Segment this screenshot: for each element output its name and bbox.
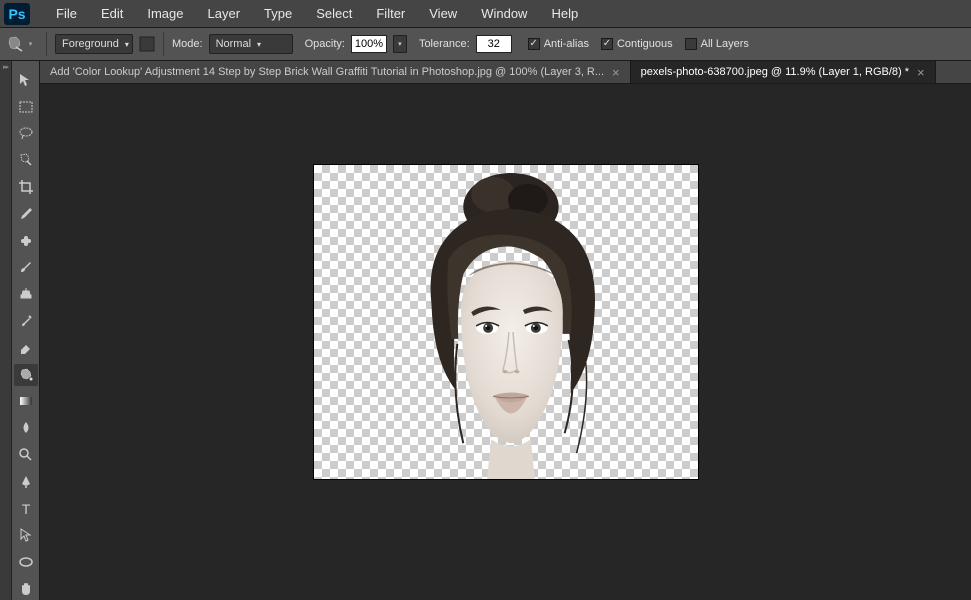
anti-alias-checkbox[interactable] — [528, 38, 540, 50]
dodge-tool[interactable] — [14, 444, 38, 466]
close-icon[interactable]: × — [917, 65, 925, 80]
marquee-tool[interactable] — [14, 96, 38, 118]
blend-mode-dropdown[interactable]: Normal ▾ — [209, 34, 293, 54]
type-tool[interactable]: T — [14, 498, 38, 520]
image-content — [314, 165, 698, 479]
tools-panel-handle[interactable]: ▸▸ — [0, 61, 12, 600]
all-layers-checkbox[interactable] — [685, 38, 697, 50]
lasso-tool[interactable] — [14, 123, 38, 145]
contiguous-checkbox[interactable] — [601, 38, 613, 50]
tab-label: pexels-photo-638700.jpeg @ 11.9% (Layer … — [641, 66, 909, 78]
canvas-area: Add 'Color Lookup' Adjustment 14 Step by… — [40, 61, 971, 600]
menu-type[interactable]: Type — [252, 0, 304, 28]
opacity-stepper[interactable]: ▾ — [393, 35, 407, 53]
eyedropper-tool[interactable] — [14, 203, 38, 225]
active-tool-icon[interactable]: ▾ — [4, 33, 34, 55]
close-icon[interactable]: × — [612, 65, 620, 80]
menu-view[interactable]: View — [417, 0, 469, 28]
blur-tool[interactable] — [14, 417, 38, 439]
menu-layer[interactable]: Layer — [196, 0, 253, 28]
canvas[interactable] — [313, 164, 699, 480]
work-area: ▸▸ T Add 'Color Lookup' Adjustment 14 St… — [0, 61, 971, 600]
dropdown-arrow-icon: ▾ — [257, 40, 261, 49]
document-tab[interactable]: pexels-photo-638700.jpeg @ 11.9% (Layer … — [631, 61, 936, 83]
paint-bucket-tool[interactable] — [14, 364, 38, 386]
opacity-label: Opacity: — [305, 38, 345, 50]
anti-alias-label: Anti-alias — [544, 38, 589, 50]
ellipse-tool[interactable] — [14, 551, 38, 573]
menu-file[interactable]: File — [44, 0, 89, 28]
menu-window[interactable]: Window — [469, 0, 539, 28]
document-tab[interactable]: Add 'Color Lookup' Adjustment 14 Step by… — [40, 61, 631, 83]
hand-tool[interactable] — [14, 578, 38, 600]
quick-select-tool[interactable] — [14, 149, 38, 171]
healing-brush-tool[interactable] — [14, 230, 38, 252]
tab-label: Add 'Color Lookup' Adjustment 14 Step by… — [50, 66, 604, 78]
document-tabs: Add 'Color Lookup' Adjustment 14 Step by… — [40, 61, 971, 84]
contiguous-label: Contiguous — [617, 38, 673, 50]
eraser-tool[interactable] — [14, 337, 38, 359]
crop-tool[interactable] — [14, 176, 38, 198]
all-layers-label: All Layers — [701, 38, 749, 50]
canvas-host[interactable] — [40, 84, 971, 600]
clone-stamp-tool[interactable] — [14, 283, 38, 305]
menu-edit[interactable]: Edit — [89, 0, 135, 28]
menu-image[interactable]: Image — [135, 0, 195, 28]
fill-mode-dropdown[interactable]: Foreground ▾ — [55, 34, 133, 54]
pattern-preview-icon[interactable] — [139, 34, 155, 54]
pen-tool[interactable] — [14, 471, 38, 493]
separator — [163, 32, 164, 56]
path-select-tool[interactable] — [14, 525, 38, 547]
separator — [46, 32, 47, 56]
menu-bar: Ps File Edit Image Layer Type Select Fil… — [0, 0, 971, 28]
opacity-input[interactable] — [351, 35, 387, 53]
menu-select[interactable]: Select — [304, 0, 364, 28]
tools-panel: T — [12, 61, 40, 600]
menu-filter[interactable]: Filter — [364, 0, 417, 28]
fill-mode-value: Foreground — [62, 38, 119, 50]
svg-text:Ps: Ps — [8, 6, 25, 22]
dropdown-arrow-icon: ▾ — [125, 40, 129, 49]
brush-tool[interactable] — [14, 257, 38, 279]
move-tool[interactable] — [14, 69, 38, 91]
options-bar: ▾ Foreground ▾ Mode: Normal ▾ Opacity: ▾… — [0, 28, 971, 61]
tolerance-label: Tolerance: — [419, 38, 470, 50]
menu-help[interactable]: Help — [539, 0, 590, 28]
mode-label: Mode: — [172, 38, 203, 50]
app-logo: Ps — [4, 3, 30, 25]
svg-text:T: T — [21, 501, 30, 517]
tolerance-input[interactable] — [476, 35, 512, 53]
gradient-tool[interactable] — [14, 391, 38, 413]
blend-mode-value: Normal — [216, 38, 251, 50]
history-brush-tool[interactable] — [14, 310, 38, 332]
